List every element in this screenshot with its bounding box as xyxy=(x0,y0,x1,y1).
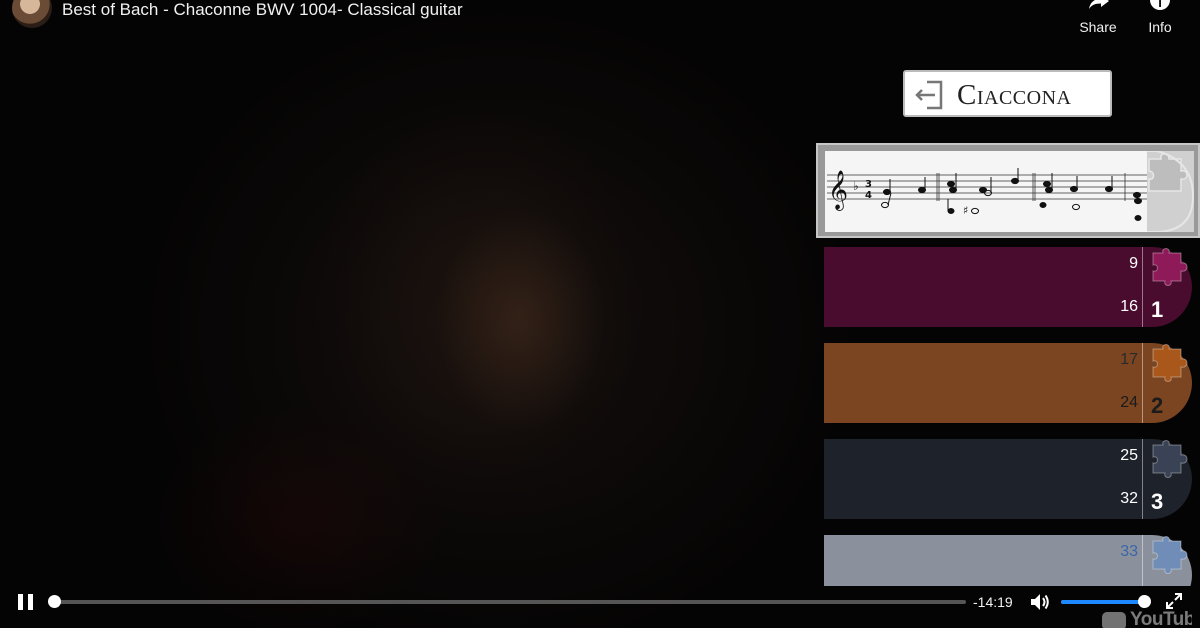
volume-knob[interactable] xyxy=(1138,595,1151,608)
pause-button[interactable] xyxy=(18,594,36,610)
ciaccona-logo-button[interactable]: Ciaccona xyxy=(903,70,1112,117)
share-icon xyxy=(1089,0,1109,9)
youtube-logo-icon xyxy=(1102,612,1126,628)
section-divider xyxy=(1142,343,1143,423)
puzzle-piece-icon xyxy=(1152,248,1188,286)
section-number: 2 xyxy=(1151,393,1164,418)
info-label: Info xyxy=(1148,19,1172,35)
section-end-measure: 32 xyxy=(1120,490,1138,507)
section-start-measure: 17 xyxy=(1120,351,1138,368)
svg-text:♯: ♯ xyxy=(963,204,968,217)
youtube-watermark[interactable]: YouTube xyxy=(1102,609,1192,628)
section-bar xyxy=(824,535,1142,586)
svg-text:♭: ♭ xyxy=(853,179,859,193)
section-divider xyxy=(1142,535,1143,586)
youtube-watermark-text: YouTube xyxy=(1130,609,1192,628)
sheet-music-excerpt: 𝄞 ♭ 3 4 ♯ xyxy=(825,151,1147,232)
back-arrow-icon xyxy=(915,80,943,110)
channel-avatar[interactable] xyxy=(12,0,52,28)
progress-bar[interactable] xyxy=(48,595,966,608)
section-start-measure: 25 xyxy=(1120,447,1138,464)
section-divider xyxy=(1142,439,1143,519)
score-excerpt-panel[interactable]: 𝄞 ♭ 3 4 ♯ xyxy=(816,143,1200,238)
video-title[interactable]: Best of Bach - Chaconne BWV 1004- Classi… xyxy=(62,0,463,20)
share-label: Share xyxy=(1079,19,1117,35)
section-bar xyxy=(824,439,1142,519)
svg-text:𝄞: 𝄞 xyxy=(828,170,848,211)
progress-scrubber[interactable] xyxy=(48,595,61,608)
volume-icon[interactable] xyxy=(1030,593,1050,611)
time-remaining: -14:19 xyxy=(973,594,1013,610)
info-icon xyxy=(1150,0,1170,10)
section-end-measure: 16 xyxy=(1120,298,1138,315)
pause-icon xyxy=(18,594,23,610)
staff-notation-image: 𝄞 ♭ 3 4 ♯ xyxy=(827,168,1147,221)
score-side-tab xyxy=(1147,150,1195,233)
section-divider xyxy=(1142,247,1143,327)
video-top-bar: Best of Bach - Chaconne BWV 1004- Classi… xyxy=(0,0,1200,56)
variation-section-1[interactable]: 9 16 1 xyxy=(824,247,1200,327)
section-number: 1 xyxy=(1151,297,1164,322)
svg-text:4: 4 xyxy=(865,190,872,201)
section-bar xyxy=(824,343,1142,423)
section-start-measure: 33 xyxy=(1120,543,1138,560)
puzzle-piece-icon xyxy=(1152,536,1188,574)
fullscreen-icon[interactable] xyxy=(1165,592,1183,610)
puzzle-piece-icon xyxy=(1152,440,1188,478)
volume-level-fill xyxy=(1061,600,1144,604)
puzzle-piece-icon xyxy=(1152,344,1188,382)
section-bar xyxy=(824,247,1142,327)
volume-slider[interactable] xyxy=(1061,595,1151,608)
pause-icon-bar xyxy=(28,594,33,610)
player-controls: -14:19 xyxy=(0,586,1200,628)
variation-section-3[interactable]: 25 32 3 xyxy=(824,439,1200,519)
puzzle-piece-icon xyxy=(1147,150,1195,233)
section-start-measure: 9 xyxy=(1129,255,1138,272)
section-number: 3 xyxy=(1151,489,1164,514)
section-end-measure: 24 xyxy=(1120,394,1138,411)
variation-section-2[interactable]: 17 24 2 xyxy=(824,343,1200,423)
ciaccona-logo-text: Ciaccona xyxy=(957,79,1072,111)
svg-text:3: 3 xyxy=(865,179,872,190)
variation-section-4[interactable]: 33 xyxy=(824,535,1200,586)
